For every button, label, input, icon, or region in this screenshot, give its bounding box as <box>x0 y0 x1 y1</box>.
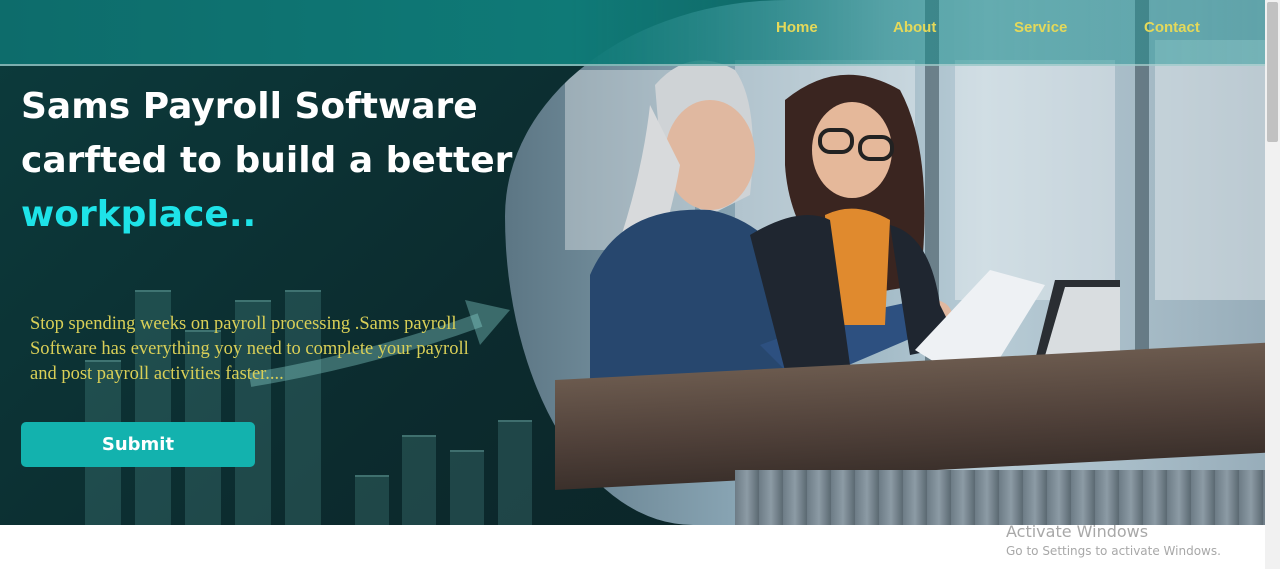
nav-contact[interactable]: Contact <box>1144 19 1200 36</box>
hero-description: Stop spending weeks on payroll processin… <box>30 314 469 384</box>
nav-home[interactable]: Home <box>776 19 818 36</box>
headline-main: Sams Payroll Software carfted to build a… <box>21 86 513 181</box>
scrollbar-thumb[interactable] <box>1267 2 1278 142</box>
headline-accent: workplace.. <box>21 194 257 235</box>
table-base <box>735 470 1265 525</box>
hero-section: Home About Service Contact Sams Payroll … <box>0 0 1265 525</box>
watermark-title: Activate Windows <box>1006 522 1149 541</box>
hero-headline: Sams Payroll Software carfted to build a… <box>21 80 521 242</box>
nav-service[interactable]: Service <box>1014 19 1067 36</box>
activate-windows-watermark: Activate Windows Go to Settings to activ… <box>1006 522 1221 558</box>
top-navbar: Home About Service Contact <box>0 0 1265 66</box>
watermark-subtitle: Go to Settings to activate Windows. <box>1006 544 1221 558</box>
submit-button[interactable]: Submit <box>21 422 255 467</box>
nav-about[interactable]: About <box>893 19 936 36</box>
